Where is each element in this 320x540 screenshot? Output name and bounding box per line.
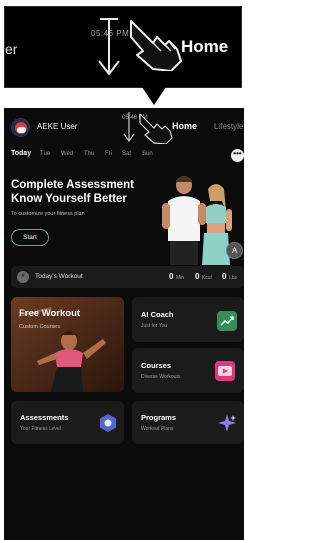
free-workout-title: Free Workout bbox=[19, 308, 81, 319]
minutes-unit: Min bbox=[176, 275, 185, 281]
assessments-card[interactable]: Assessments Your Fitness Level bbox=[11, 401, 124, 444]
chart-up-icon bbox=[217, 311, 237, 331]
assessments-subtitle: Your Fitness Level bbox=[20, 426, 61, 432]
day-thu[interactable]: Thu bbox=[84, 151, 94, 157]
minutes-value: 0 bbox=[169, 272, 174, 281]
hexagon-icon bbox=[97, 412, 117, 432]
free-workout-subtitle: Custom Courses bbox=[19, 324, 60, 330]
tab-lifestyle[interactable]: Lifestyle bbox=[214, 122, 243, 131]
app-screen: AEKE User 05:46 PM Home Lifestyle Today … bbox=[4, 108, 244, 540]
lbs-unit: Lbs bbox=[229, 275, 238, 281]
day-today[interactable]: Today bbox=[11, 150, 31, 157]
hero-subtitle: To customize your fitness plan bbox=[11, 211, 85, 217]
day-fri[interactable]: Fri bbox=[105, 151, 112, 157]
top-bar: AEKE User 05:46 PM Home Lifestyle bbox=[4, 108, 244, 146]
start-button[interactable]: Start bbox=[11, 229, 49, 246]
tap-hand-icon bbox=[130, 20, 182, 71]
down-arrow-icon bbox=[98, 18, 120, 76]
tab-home[interactable]: Home bbox=[172, 121, 197, 131]
courses-title: Courses bbox=[141, 361, 172, 370]
programs-title: Programs bbox=[141, 413, 177, 422]
todays-workout-bar[interactable]: ⚡ Today's Workout 0 Min 0 Kcal 0 Lbs bbox=[11, 266, 244, 288]
day-sun[interactable]: Sun bbox=[142, 151, 153, 157]
courses-card[interactable]: Courses Diverse Workouts bbox=[132, 348, 244, 393]
assessments-title: Assessments bbox=[20, 413, 69, 422]
hero-title: Complete Assessment Know Yourself Better bbox=[11, 178, 141, 206]
day-tue[interactable]: Tue bbox=[40, 151, 50, 157]
kcal-value: 0 bbox=[195, 272, 200, 281]
lightning-icon: ⚡ bbox=[17, 271, 29, 283]
tap-hand-icon bbox=[139, 113, 173, 144]
sparkle-icon bbox=[216, 412, 236, 432]
day-sat[interactable]: Sat bbox=[122, 151, 131, 157]
programs-card[interactable]: Programs Workout Plans bbox=[132, 401, 244, 444]
zoom-partial-text: er bbox=[5, 41, 18, 57]
zoom-pointer bbox=[142, 87, 166, 105]
ai-coach-card[interactable]: AI Coach Just for You bbox=[132, 297, 244, 342]
ai-coach-subtitle: Just for You bbox=[141, 323, 168, 329]
hero-title-line2: Know Yourself Better bbox=[11, 193, 127, 205]
assistant-fab-button[interactable]: A bbox=[226, 242, 243, 259]
video-play-icon bbox=[215, 361, 235, 381]
week-day-selector: Today Tue Wed Thu Fri Sat Sun bbox=[11, 150, 211, 165]
avatar[interactable] bbox=[11, 118, 30, 137]
ai-coach-title: AI Coach bbox=[141, 310, 174, 319]
todays-workout-label: Today's Workout bbox=[35, 273, 83, 280]
more-options-button[interactable]: ••• bbox=[231, 149, 244, 162]
kcal-unit: Kcal bbox=[202, 275, 212, 281]
lbs-value: 0 bbox=[222, 272, 227, 281]
zoom-home-tab: Home bbox=[181, 37, 229, 56]
programs-subtitle: Workout Plans bbox=[141, 426, 174, 432]
hero-title-line1: Complete Assessment bbox=[11, 179, 134, 191]
courses-subtitle: Diverse Workouts bbox=[141, 374, 181, 380]
day-wed[interactable]: Wed bbox=[61, 151, 73, 157]
tutorial-zoom-overlay: er 05:46 PM Home bbox=[4, 6, 242, 88]
user-name: AEKE User bbox=[37, 122, 78, 131]
free-workout-card[interactable]: Free Workout Custom Courses bbox=[11, 297, 124, 392]
